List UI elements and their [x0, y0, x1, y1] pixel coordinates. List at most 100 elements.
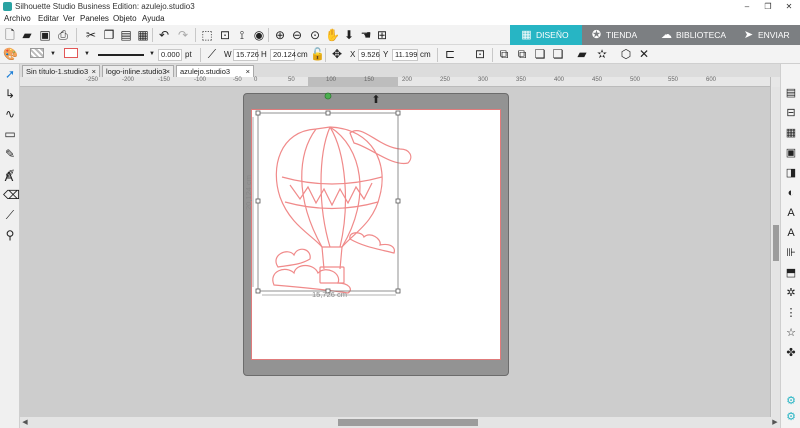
fill-bucket-icon[interactable]: ▰ [575, 47, 589, 61]
diagonal-line-icon[interactable]: ⟋ [205, 47, 219, 61]
page-setup-icon[interactable]: ▤ [784, 86, 798, 100]
chevron-down-icon[interactable]: ▼ [80, 47, 94, 61]
chevron-down-icon[interactable]: ▼ [46, 47, 60, 61]
fit-to-page-icon[interactable]: ⊞ [375, 28, 389, 42]
menu-editar[interactable]: Editar [38, 14, 59, 23]
select-arrow-icon[interactable]: ➚ [3, 67, 17, 81]
menu-objeto[interactable]: Objeto [113, 14, 137, 23]
transform-icon[interactable]: ⬒ [784, 266, 798, 280]
scroll-right-icon[interactable]: ▶ [770, 417, 780, 428]
select-all-icon[interactable]: ⬚ [200, 28, 214, 42]
replicate-icon[interactable]: ✲ [784, 286, 798, 300]
3d-box-icon[interactable]: ⬡ [619, 47, 633, 61]
paste-icon[interactable]: ▤ [119, 28, 133, 42]
zoom-in-icon[interactable]: ⊕ [273, 28, 287, 42]
text-icon[interactable]: A [784, 226, 798, 240]
menu-paneles[interactable]: Paneles [80, 14, 109, 23]
line-weight-field[interactable]: 0.000 [158, 49, 182, 61]
tab-enviar[interactable]: ➤ ENVIAR [742, 25, 800, 45]
cloud-bottom [272, 264, 351, 294]
new-document-icon[interactable]: 🗋 [3, 28, 17, 42]
layers-icon[interactable]: ▣ [784, 146, 798, 160]
width-field[interactable]: 15.726 [233, 49, 259, 61]
move-arrows-icon[interactable]: ✥ [330, 47, 344, 61]
knife-icon[interactable]: ⟋ [3, 208, 17, 222]
copy-icon[interactable]: ❐ [102, 28, 116, 42]
hand-tool-icon[interactable]: ☚ [359, 28, 373, 42]
line-style-preview[interactable] [98, 54, 144, 56]
tab-tienda[interactable]: ✪ TIENDA [590, 25, 652, 45]
bring-forward-icon[interactable]: ❏ [533, 47, 547, 61]
palette-icon[interactable]: 🎨 [3, 47, 18, 61]
send-panel-icon[interactable]: ⚙ [784, 410, 798, 424]
star-icon[interactable]: ☆ [784, 326, 798, 340]
paste-in-place-icon[interactable]: ▦ [136, 28, 150, 42]
tab-diseno[interactable]: ▦ DISEÑO [510, 25, 582, 45]
rectangle-icon[interactable]: ▭ [3, 127, 17, 141]
save-icon[interactable]: ▣ [38, 28, 52, 42]
move-down-icon[interactable]: ⬇ [342, 28, 356, 42]
doc-tab-sin-titulo[interactable]: Sin título-1.studio3 × [22, 65, 100, 77]
close-window-button[interactable]: ✕ [778, 0, 800, 13]
eraser-icon[interactable]: ⌫ [3, 188, 20, 202]
fill-pattern-icon[interactable] [30, 48, 44, 58]
trace-eye-icon[interactable]: ◉ [252, 28, 266, 42]
height-field[interactable]: 20.124 [270, 49, 296, 61]
offset-icon[interactable]: ⋮ [784, 306, 798, 320]
text-style-icon[interactable]: A [784, 206, 798, 220]
zoom-select-icon[interactable]: ⊙ [308, 28, 322, 42]
menu-bar: Archivo Editar Ver Paneles Objeto Ayuda [0, 13, 800, 25]
deselect-icon[interactable]: ⊡ [218, 28, 232, 42]
settings-gear-icon[interactable]: ⚙ [784, 394, 798, 408]
text-tool-icon[interactable]: A [2, 170, 16, 184]
zoom-out-icon[interactable]: ⊖ [290, 28, 304, 42]
tab-biblioteca[interactable]: ☁ BIBLIOTECA [660, 25, 736, 45]
center-align-icon[interactable]: ⊡ [473, 47, 487, 61]
open-folder-icon[interactable]: ▰ [20, 28, 34, 42]
minimize-button[interactable]: – [736, 0, 758, 13]
line-color-icon[interactable]: ◐ [784, 186, 798, 200]
print-icon[interactable]: ⎙ [56, 28, 70, 42]
pencil-icon[interactable]: ✎ [3, 147, 17, 161]
vertical-scrollbar[interactable] [772, 87, 780, 417]
send-backward-icon[interactable]: ❏ [551, 47, 565, 61]
align-panel-icon[interactable]: ⊪ [784, 246, 798, 260]
scroll-left-icon[interactable]: ◀ [20, 417, 30, 428]
menu-ayuda[interactable]: Ayuda [142, 14, 165, 23]
undo-icon[interactable]: ↶ [157, 28, 171, 42]
line-color-icon[interactable] [64, 48, 78, 58]
pan-hand-icon[interactable]: ✋ [325, 28, 340, 42]
group-icon[interactable]: ⧉ [497, 47, 511, 61]
pixscan-icon[interactable]: ⊟ [784, 106, 798, 120]
star-shape-icon[interactable]: ✫ [595, 47, 609, 61]
curve-tool-icon[interactable]: ∿ [3, 107, 17, 121]
eyedropper-icon[interactable]: ⚲ [3, 228, 17, 242]
maximize-button[interactable]: ❐ [757, 0, 779, 13]
doc-tab-azulejo[interactable]: azulejo.studio3 × [176, 65, 254, 77]
close-tab-icon[interactable]: × [246, 66, 250, 77]
ungroup-icon[interactable]: ⧉ [515, 47, 529, 61]
horizontal-scroll-thumb[interactable] [338, 419, 478, 426]
point-edit-icon[interactable]: ↳ [3, 87, 17, 101]
close-tab-icon[interactable]: × [166, 66, 170, 77]
grid-settings-icon[interactable]: ▦ [784, 126, 798, 140]
doc-tab-logo-inline[interactable]: logo-inline.studio3 × [102, 65, 174, 77]
edit-points-icon[interactable]: ⟟ [235, 28, 249, 42]
redo-icon[interactable]: ↷ [176, 28, 190, 42]
menu-archivo[interactable]: Archivo [4, 14, 31, 23]
delete-icon[interactable]: ✕ [637, 47, 651, 61]
trace-icon[interactable]: ✤ [784, 346, 798, 360]
y-position-field[interactable]: 11.199 [392, 49, 418, 61]
cut-icon[interactable]: ✂ [84, 28, 98, 42]
chevron-down-icon[interactable]: ▼ [145, 47, 159, 61]
lock-aspect-icon[interactable]: 🔓 [310, 47, 325, 61]
horizontal-scrollbar[interactable]: ◀ ▶ [20, 417, 780, 428]
ruler-label: 550 [668, 77, 679, 83]
hot-air-balloon-artwork[interactable] [250, 92, 510, 397]
fill-color-icon[interactable]: ◨ [784, 166, 798, 180]
x-position-field[interactable]: 9.526 [358, 49, 380, 61]
menu-ver[interactable]: Ver [63, 14, 75, 23]
close-tab-icon[interactable]: × [92, 66, 96, 77]
vertical-scroll-thumb[interactable] [773, 225, 779, 261]
align-icon[interactable]: ⊏ [443, 47, 457, 61]
